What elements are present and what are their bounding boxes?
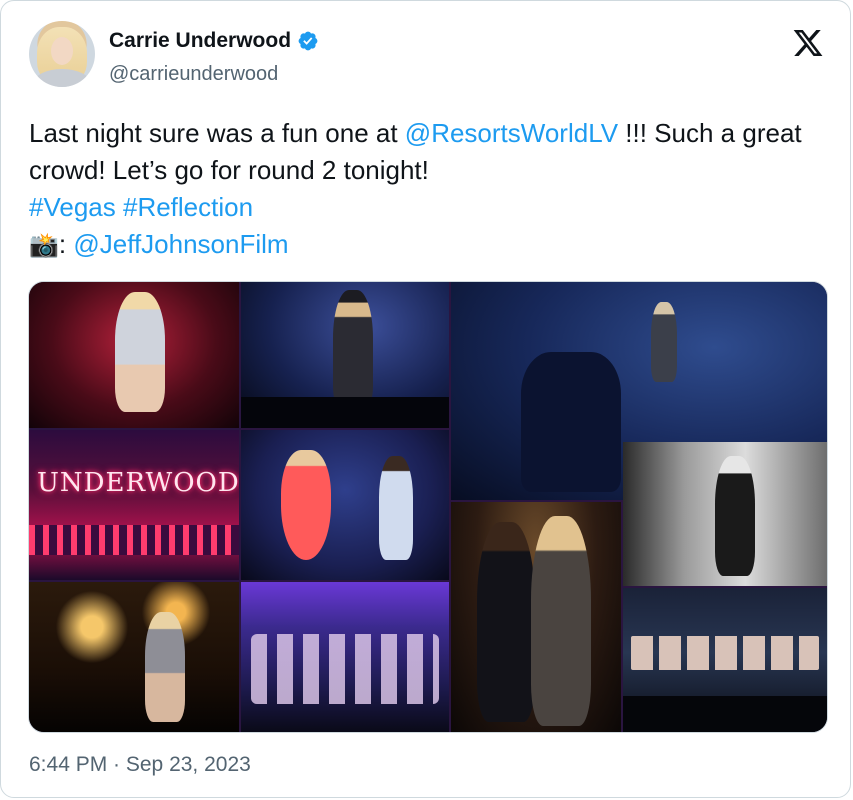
photo-underwood-sign[interactable]: UNDERWOOD (29, 430, 239, 580)
photo-blue-spotlight[interactable] (241, 282, 449, 428)
photo-arena-wide[interactable] (623, 588, 827, 732)
stage-sign-text: UNDERWOOD (37, 468, 239, 498)
singer-white-outfit (379, 456, 413, 560)
screens-row (631, 636, 819, 670)
photo-duet[interactable] (241, 430, 449, 580)
photo-couple-dance[interactable] (451, 502, 621, 732)
tweet-timestamp[interactable]: 6:44 PM · Sep 23, 2023 (29, 753, 251, 777)
mention-link[interactable]: @JeffJohnsonFilm (73, 229, 288, 259)
performer-figure (715, 456, 755, 576)
dancer-line (251, 634, 439, 704)
author-display-name[interactable]: Carrie Underwood (109, 29, 291, 53)
x-logo-icon[interactable] (791, 27, 825, 59)
performer-figure (333, 290, 373, 410)
dancer-partner (477, 522, 535, 722)
hashtag-link[interactable]: #Vegas (29, 192, 116, 222)
author-name-row: Carrie Underwood (109, 29, 319, 53)
photo-red-stage[interactable] (29, 282, 239, 428)
photo-collage[interactable]: UNDERWOOD (28, 281, 828, 733)
performer-figure (145, 612, 185, 722)
avatar-face (51, 37, 73, 65)
tweet-text-segment: : (58, 229, 74, 259)
performer-figure (115, 292, 165, 412)
tweet-card: Carrie Underwood @carrieunderwood Last n… (0, 0, 851, 798)
performer-figure (531, 516, 591, 726)
hashtag-link[interactable]: #Reflection (123, 192, 253, 222)
camera-flash-icon: 📸 (29, 232, 59, 259)
audience-silhouettes (623, 696, 827, 732)
piano-silhouette (521, 352, 621, 492)
photo-guitar-bw[interactable] (623, 442, 827, 586)
tweet-text-segment: Last night sure was a fun one at (29, 118, 405, 148)
singer-red-dress (281, 450, 331, 560)
stage-lights (29, 525, 239, 555)
verified-badge-icon (298, 31, 318, 51)
author-avatar[interactable] (29, 21, 95, 87)
author-handle[interactable]: @carrieunderwood (109, 63, 278, 86)
tweet-text: Last night sure was a fun one at @Resort… (29, 115, 839, 264)
performer-figure (651, 302, 677, 382)
mention-link[interactable]: @ResortsWorldLV (405, 118, 618, 148)
photo-sparks[interactable] (29, 582, 239, 732)
photo-dancers[interactable] (241, 582, 449, 732)
audience-silhouettes (241, 397, 449, 428)
